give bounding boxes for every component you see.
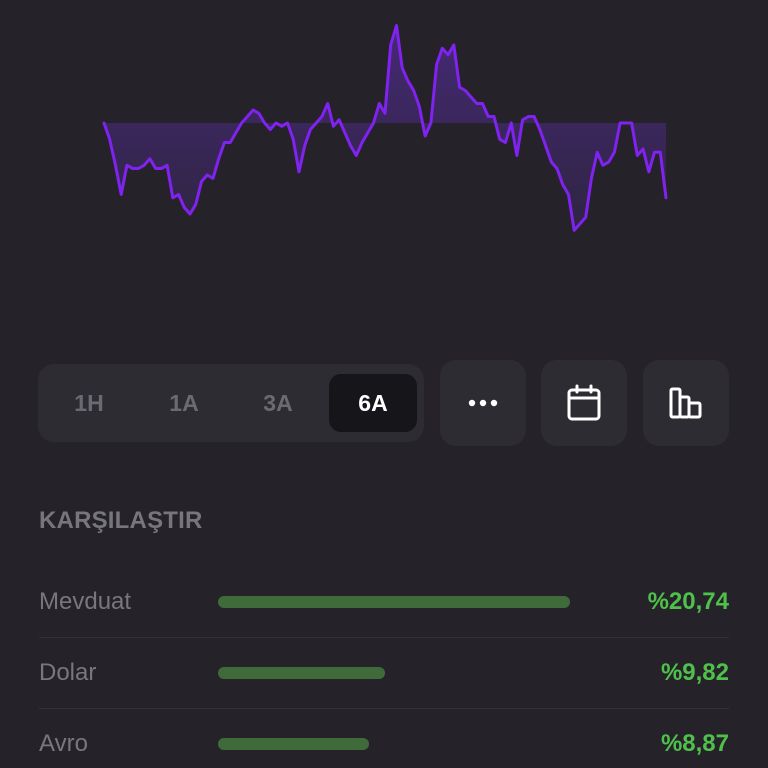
compare-row-euro: Avro %8,87: [39, 709, 729, 768]
compare-row-label: Mevduat: [39, 588, 132, 615]
compare-row-label: Dolar: [39, 659, 97, 686]
compare-section-title: KARŞILAŞTIR: [39, 507, 203, 534]
compare-row-value: %9,82: [660, 659, 729, 686]
period-option-3a[interactable]: 3A: [234, 374, 322, 432]
compare-row-value: %8,87: [660, 730, 729, 757]
compare-bar: [218, 738, 369, 750]
date-range-button[interactable]: [541, 360, 627, 446]
period-option-6a[interactable]: 6A: [329, 374, 417, 432]
compare-bar-track: [218, 738, 570, 750]
compare-bar-track: [218, 596, 570, 608]
compare-row-value: %20,74: [647, 588, 729, 615]
compare-row-dollar: Dolar %9,82: [39, 638, 729, 708]
compare-bar: [218, 667, 385, 679]
chart-area-fill: [104, 25, 666, 231]
more-horizontal-icon: [468, 399, 498, 407]
compare-row-deposit: Mevduat %20,74: [39, 567, 729, 637]
period-selector: 1H 1A 3A 6A: [38, 364, 424, 442]
bar-chart-icon: [669, 387, 702, 419]
period-option-1a[interactable]: 1A: [140, 374, 228, 432]
more-options-button[interactable]: [440, 360, 526, 446]
calendar-icon: [567, 384, 601, 421]
compare-bar-track: [218, 667, 570, 679]
compare-bar: [218, 596, 570, 608]
period-option-1h[interactable]: 1H: [45, 374, 133, 432]
asset-detail-screen: 1H 1A 3A 6A KARŞILAŞTIR Mevduat %20,74 D…: [0, 0, 768, 768]
compare-chart-button[interactable]: [643, 360, 729, 446]
compare-row-label: Avro: [39, 730, 88, 757]
performance-chart: [102, 24, 668, 232]
